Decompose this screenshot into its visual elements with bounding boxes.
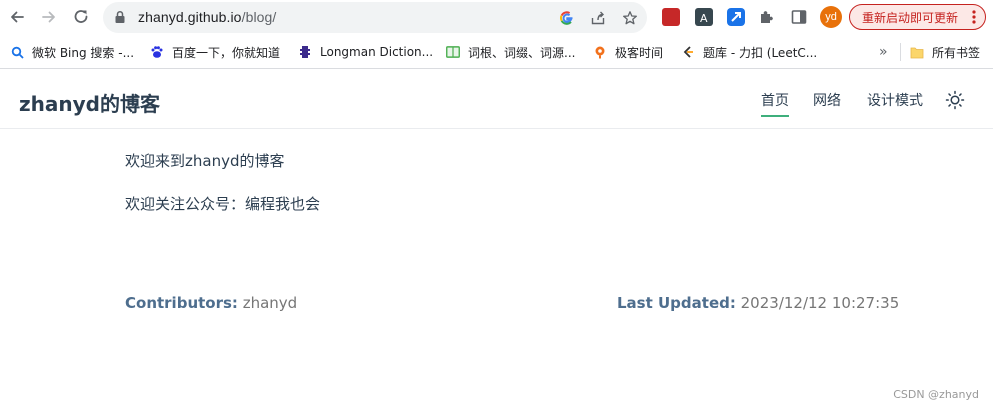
baidu-paw-icon	[150, 45, 164, 59]
sun-icon	[945, 90, 965, 110]
bing-search-icon	[10, 45, 24, 59]
browser-toolbar: zhanyd.github.io/blog/ A yd 重新启动即可更新	[0, 0, 993, 35]
url-path: /blog/	[241, 9, 277, 25]
back-button[interactable]	[6, 6, 28, 28]
side-panel-icon[interactable]	[790, 8, 808, 26]
bookmark-longman[interactable]: Longman Diction...	[298, 43, 433, 61]
last-updated-value: 2023/12/12 10:27:35	[740, 294, 900, 312]
nav-link-design-patterns[interactable]: 设计模式	[867, 90, 923, 115]
all-bookmarks-button[interactable]: 所有书签	[910, 43, 980, 61]
bookmark-bing[interactable]: 微软 Bing 搜索 -...	[10, 43, 134, 61]
last-updated-label: Last Updated:	[617, 294, 736, 312]
longman-logo-icon	[298, 45, 312, 59]
bookmarks-bar: 微软 Bing 搜索 -... 百度一下，你就知道 Longman Dictio…	[0, 35, 993, 69]
bookmark-etymology[interactable]: 词根、词缀、词源...	[446, 43, 575, 61]
watermark: CSDN @zhanyd	[893, 388, 979, 401]
bookmarks-divider	[900, 43, 901, 61]
bookmark-geektime[interactable]: 极客时间	[593, 43, 663, 61]
extension-dictionary-icon[interactable]: A	[695, 8, 713, 26]
extensions-puzzle-icon[interactable]	[758, 8, 776, 26]
all-bookmarks-label: 所有书签	[932, 45, 981, 60]
nav-link-network[interactable]: 网络	[813, 90, 841, 115]
theme-toggle-button[interactable]	[945, 90, 965, 110]
bookmark-label: Longman Diction...	[320, 45, 434, 59]
menu-dots-icon	[972, 10, 976, 24]
reload-button[interactable]	[70, 6, 92, 28]
extension-red-book-icon[interactable]	[662, 8, 680, 26]
update-button[interactable]: 重新启动即可更新	[849, 4, 986, 30]
bookmark-baidu[interactable]: 百度一下，你就知道	[150, 43, 280, 61]
folder-icon	[910, 45, 924, 59]
bookmarks-overflow-button[interactable]: »	[879, 43, 888, 61]
bookmark-label: 极客时间	[615, 45, 664, 60]
follow-paragraph: 欢迎关注公众号：编程我也会	[125, 195, 321, 213]
bookmark-label: 百度一下，你就知道	[172, 45, 281, 60]
url-host: zhanyd.github.io	[138, 9, 242, 25]
profile-avatar[interactable]: yd	[820, 6, 842, 28]
bookmark-label: 词根、词缀、词源...	[468, 45, 576, 60]
forward-button[interactable]	[38, 6, 60, 28]
bookmark-label: 题库 - 力扣 (LeetC...	[703, 45, 818, 60]
bookmark-star-icon[interactable]	[621, 9, 639, 27]
svg-text:A: A	[700, 12, 708, 25]
share-icon[interactable]	[589, 9, 607, 27]
back-arrow-icon	[11, 11, 24, 23]
address-bar[interactable]: zhanyd.github.io/blog/	[103, 2, 647, 33]
update-button-label: 重新启动即可更新	[862, 10, 959, 25]
lock-icon	[115, 10, 125, 23]
contributors-value: zhanyd	[242, 294, 298, 312]
contributors-label: Contributors:	[125, 294, 238, 312]
book-green-icon	[446, 45, 460, 59]
reload-icon	[74, 10, 88, 23]
forward-arrow-icon	[42, 11, 55, 23]
url-text: zhanyd.github.io/blog/	[138, 9, 276, 25]
google-icon[interactable]	[558, 9, 576, 27]
leetcode-icon	[681, 45, 695, 59]
bookmark-leetcode[interactable]: 题库 - 力扣 (LeetC...	[681, 43, 817, 61]
site-navbar: zhanyd的博客 首页 网络 设计模式	[0, 70, 993, 129]
geektime-icon	[593, 45, 607, 59]
nav-link-home[interactable]: 首页	[761, 90, 789, 117]
contributors: Contributors: zhanyd	[125, 294, 297, 312]
bookmark-label: 微软 Bing 搜索 -...	[32, 45, 135, 60]
last-updated: Last Updated: 2023/12/12 10:27:35	[617, 294, 899, 312]
welcome-paragraph: 欢迎来到zhanyd的博客	[125, 152, 285, 170]
extension-blue-icon[interactable]	[727, 8, 745, 26]
site-title[interactable]: zhanyd的博客	[19, 88, 160, 117]
